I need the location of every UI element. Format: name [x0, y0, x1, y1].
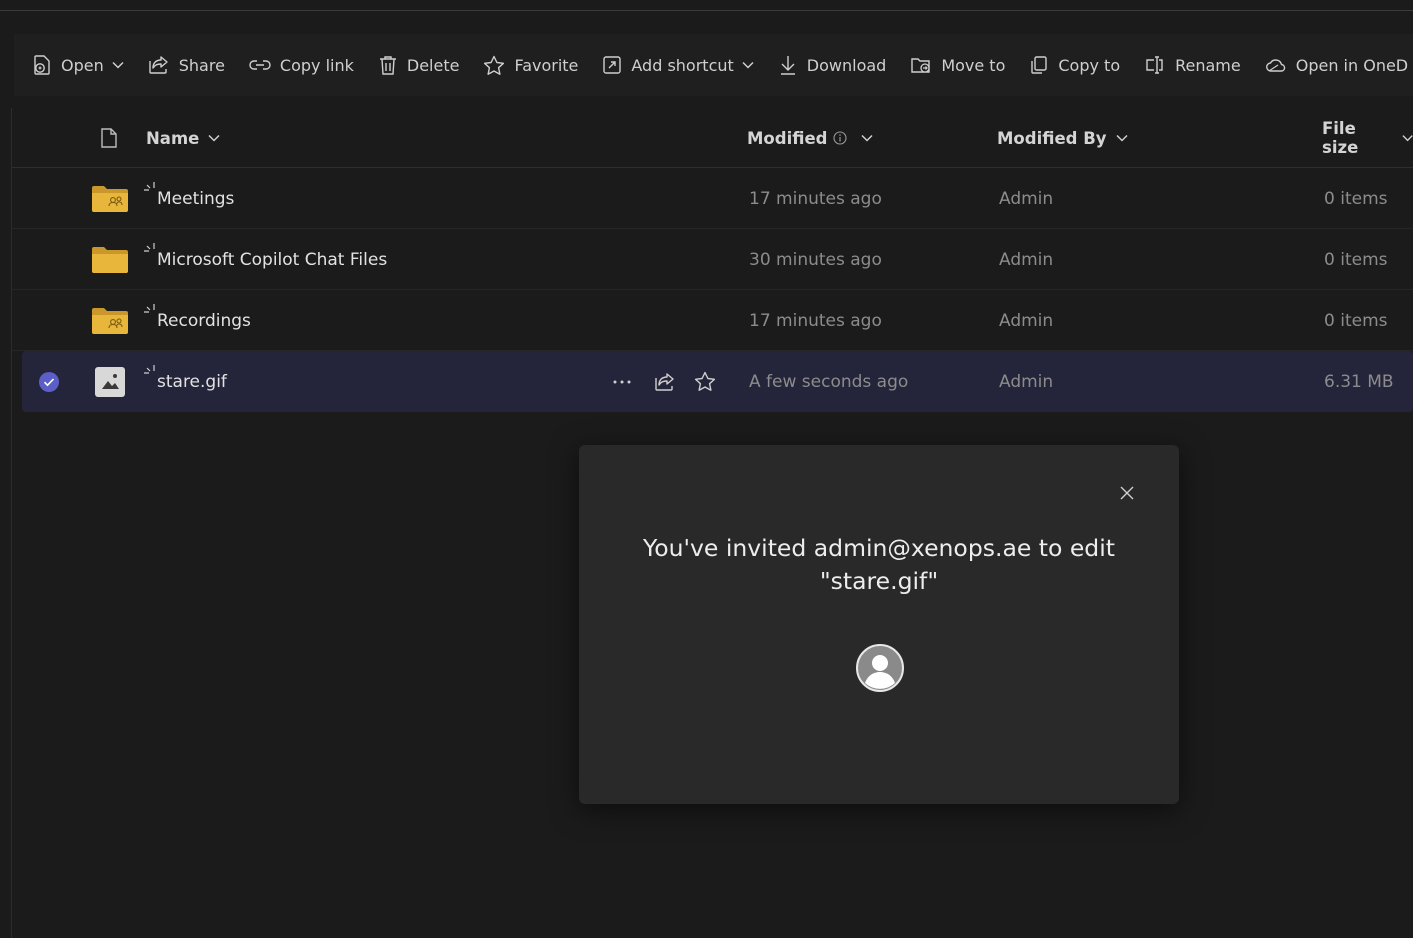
close-icon[interactable] — [1119, 485, 1135, 501]
move-to-label: Move to — [941, 55, 1006, 75]
column-modified-by[interactable]: Modified By — [997, 108, 1128, 168]
open-button[interactable]: Open — [32, 45, 124, 85]
favorite-button[interactable]: Favorite — [483, 45, 578, 85]
item-modified-by: Admin — [999, 249, 1054, 270]
column-file-size-label: File size — [1322, 119, 1359, 157]
item-size: 6.31 MB — [1324, 371, 1394, 392]
list-item[interactable]: Microsoft Copilot Chat Files 30 minutes … — [12, 229, 1413, 290]
dialog-message: You've invited admin@xenops.ae to edit "… — [643, 534, 1115, 595]
info-icon — [833, 131, 848, 145]
chevron-down-icon — [861, 134, 873, 142]
open-file-icon — [34, 55, 50, 75]
top-border — [0, 0, 1413, 11]
share-icon[interactable] — [654, 351, 676, 412]
copy-link-button[interactable]: Copy link — [249, 45, 354, 85]
more-options-icon[interactable] — [612, 351, 632, 412]
column-modified-by-label: Modified By — [997, 128, 1107, 148]
share-button[interactable]: Share — [148, 45, 225, 85]
favorite-label: Favorite — [514, 55, 579, 75]
star-icon[interactable] — [694, 351, 716, 412]
download-button[interactable]: Download — [778, 45, 887, 85]
selected-checkmark-icon[interactable] — [38, 351, 60, 412]
item-modified-by: Admin — [999, 371, 1054, 392]
file-list: Name Modified Modified By File size Meet… — [12, 108, 1413, 412]
folder-icon — [91, 229, 129, 290]
list-item[interactable]: Recordings 17 minutes ago Admin 0 items — [12, 290, 1413, 351]
list-item-selected[interactable]: stare.gif A few seconds ago Admin 6.31 M… — [22, 351, 1413, 412]
new-item-icon — [144, 182, 155, 191]
rename-label: Rename — [1175, 55, 1241, 75]
download-label: Download — [806, 55, 887, 75]
share-icon — [149, 56, 168, 74]
delete-label: Delete — [406, 55, 460, 75]
delete-button[interactable]: Delete — [378, 45, 460, 85]
item-size: 0 items — [1324, 249, 1388, 270]
move-to-button[interactable]: Move to — [910, 45, 1005, 85]
column-header-row: Name Modified Modified By File size — [12, 108, 1413, 168]
share-confirmation-dialog: You've invited admin@xenops.ae to edit "… — [579, 445, 1179, 804]
column-modified-label: Modified — [747, 128, 828, 148]
copy-to-button[interactable]: Copy to — [1029, 45, 1120, 85]
item-name[interactable]: Recordings — [157, 290, 251, 351]
shared-folder-icon — [91, 290, 129, 351]
copy-icon — [1031, 56, 1048, 74]
file-type-header-icon[interactable] — [100, 108, 118, 168]
item-modified: 30 minutes ago — [749, 249, 882, 270]
command-bar: Open Share Copy link Delete Favorite Add… — [14, 34, 1413, 96]
new-item-icon — [144, 365, 155, 374]
share-label: Share — [178, 55, 225, 75]
add-shortcut-icon — [603, 56, 622, 74]
chevron-down-icon — [1402, 135, 1413, 142]
copy-link-label: Copy link — [279, 55, 354, 75]
item-size: 0 items — [1324, 310, 1388, 331]
image-file-icon — [94, 351, 126, 412]
shared-folder-icon — [91, 168, 129, 229]
download-icon — [780, 56, 795, 75]
chevron-down-icon — [742, 61, 754, 69]
new-item-icon — [144, 304, 155, 313]
list-item[interactable]: Meetings 17 minutes ago Admin 0 items — [12, 168, 1413, 229]
open-label: Open — [61, 55, 104, 75]
avatar — [856, 644, 904, 692]
new-item-icon — [144, 243, 155, 252]
chevron-down-icon — [1116, 134, 1128, 142]
item-name[interactable]: Microsoft Copilot Chat Files — [157, 229, 387, 290]
item-size: 0 items — [1324, 188, 1388, 209]
star-icon — [484, 55, 505, 75]
copy-to-label: Copy to — [1058, 55, 1121, 75]
add-shortcut-button[interactable]: Add shortcut — [602, 45, 754, 85]
column-modified[interactable]: Modified — [747, 108, 873, 168]
item-name[interactable]: stare.gif — [157, 351, 227, 412]
link-icon — [249, 60, 271, 70]
open-in-onedrive-button[interactable]: Open in OneD — [1265, 45, 1408, 85]
item-modified: 17 minutes ago — [749, 310, 882, 331]
item-name[interactable]: Meetings — [157, 168, 234, 229]
column-file-size[interactable]: File size — [1322, 108, 1413, 168]
add-shortcut-label: Add shortcut — [631, 55, 734, 75]
move-folder-icon — [911, 58, 931, 73]
chevron-down-icon — [112, 61, 124, 69]
trash-icon — [379, 55, 396, 75]
rename-icon — [1146, 56, 1163, 74]
item-modified-by: Admin — [999, 188, 1054, 209]
item-modified: A few seconds ago — [749, 371, 909, 392]
open-in-onedrive-label: Open in OneD — [1295, 55, 1409, 75]
column-name-label: Name — [146, 128, 200, 148]
cloud-icon — [1265, 59, 1285, 72]
column-name[interactable]: Name — [146, 108, 220, 168]
item-modified-by: Admin — [999, 310, 1054, 331]
rename-button[interactable]: Rename — [1144, 45, 1241, 85]
item-modified: 17 minutes ago — [749, 188, 882, 209]
chevron-down-icon — [208, 134, 220, 142]
